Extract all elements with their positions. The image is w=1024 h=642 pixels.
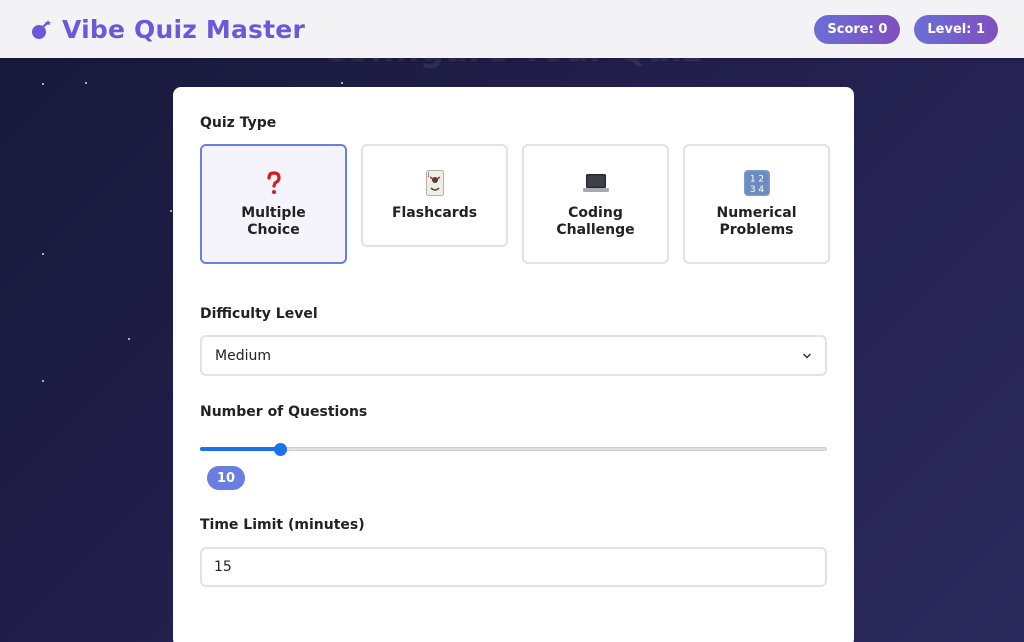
- star-decoration: [170, 210, 172, 212]
- difficulty-select[interactable]: Medium: [200, 335, 827, 376]
- star-decoration: [42, 380, 44, 382]
- questions-slider[interactable]: [200, 441, 827, 457]
- svg-text:J: J: [427, 172, 429, 178]
- score-badge: Score: 0: [814, 14, 901, 44]
- star-decoration: [42, 83, 44, 85]
- joker-card-icon: J: [421, 169, 449, 197]
- slider-track: [200, 447, 827, 451]
- svg-text:3 4: 3 4: [749, 185, 764, 195]
- brand: Vibe Quiz Master: [30, 15, 305, 44]
- star-decoration: [42, 253, 44, 255]
- star-decoration: [85, 82, 87, 84]
- svg-text:1 2: 1 2: [749, 175, 763, 185]
- chevron-down-icon: [802, 348, 812, 364]
- level-badge: Level: 1: [914, 14, 998, 44]
- questions-count-badge: 10: [207, 466, 246, 490]
- quiz-type-flashcards[interactable]: J Flashcards: [361, 144, 508, 247]
- top-bar: Vibe Quiz Master Score: 0 Level: 1: [0, 0, 1024, 58]
- quiz-type-label-text: Numerical Problems: [716, 205, 797, 238]
- time-limit-input[interactable]: 15: [200, 547, 827, 587]
- slider-thumb[interactable]: [273, 443, 287, 456]
- numbers-1234-icon: 1 2 3 4: [743, 169, 771, 197]
- time-limit-value: 15: [214, 559, 232, 575]
- quiz-config-card: Quiz Type Multiple Choice J Flashcards C…: [173, 87, 854, 642]
- quiz-type-label-text: Flashcards: [391, 205, 478, 221]
- star-decoration: [341, 82, 343, 84]
- difficulty-selected-value: Medium: [215, 347, 271, 364]
- stats: Score: 0 Level: 1: [814, 14, 998, 44]
- quiz-type-coding-challenge[interactable]: Coding Challenge: [522, 144, 669, 264]
- time-limit-label: Time Limit (minutes): [200, 517, 365, 533]
- quiz-type-label: Quiz Type: [200, 115, 277, 131]
- app-title: Vibe Quiz Master: [62, 14, 305, 44]
- quiz-type-label-text: Multiple Choice: [241, 205, 306, 238]
- quiz-type-multiple-choice[interactable]: Multiple Choice: [200, 144, 347, 264]
- star-decoration: [128, 338, 130, 340]
- quiz-type-label-text: Coding Challenge: [556, 205, 635, 238]
- slider-fill: [200, 447, 281, 451]
- question-mark-icon: [260, 169, 288, 197]
- quiz-type-numerical-problems[interactable]: 1 2 3 4 Numerical Problems: [683, 144, 830, 264]
- questions-count-label: Number of Questions: [200, 404, 368, 420]
- quiz-type-options: Multiple Choice J Flashcards Coding Chal…: [200, 144, 830, 264]
- bomb-icon: [30, 17, 54, 41]
- difficulty-label: Difficulty Level: [200, 306, 318, 322]
- laptop-icon: [582, 169, 610, 197]
